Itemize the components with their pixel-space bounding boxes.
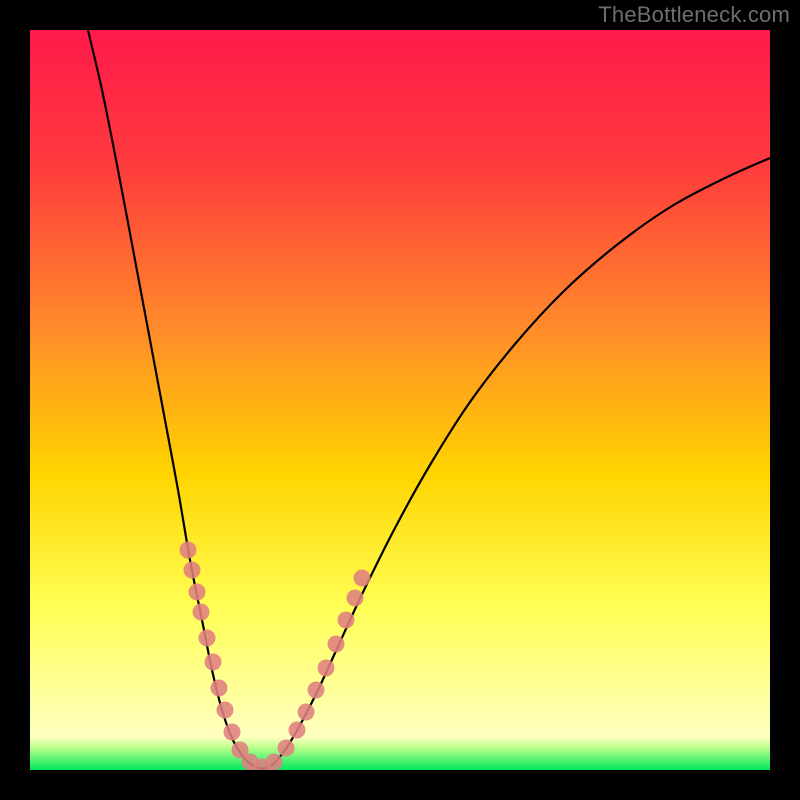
left-dots-point: [205, 654, 222, 671]
right-dots-point: [354, 570, 371, 587]
chart-svg: [30, 30, 770, 770]
left-dots-point: [193, 604, 210, 621]
left-dots-point: [199, 630, 216, 647]
right-dots-point: [289, 722, 306, 739]
right-dots-point: [328, 636, 345, 653]
left-dots-point: [180, 542, 197, 559]
right-dots-point: [347, 590, 364, 607]
watermark-label: TheBottleneck.com: [598, 2, 790, 28]
left-dots-point: [224, 724, 241, 741]
right-dots-point: [278, 740, 295, 757]
left-dots-point: [184, 562, 201, 579]
right-dots-point: [318, 660, 335, 677]
right-dots-point: [338, 612, 355, 629]
chart-background: [30, 30, 770, 770]
left-dots-point: [211, 680, 228, 697]
left-dots-point: [217, 702, 234, 719]
plot-frame: [30, 30, 770, 770]
right-dots-point: [266, 754, 283, 771]
right-dots-point: [298, 704, 315, 721]
left-dots-point: [189, 584, 206, 601]
right-dots-point: [308, 682, 325, 699]
